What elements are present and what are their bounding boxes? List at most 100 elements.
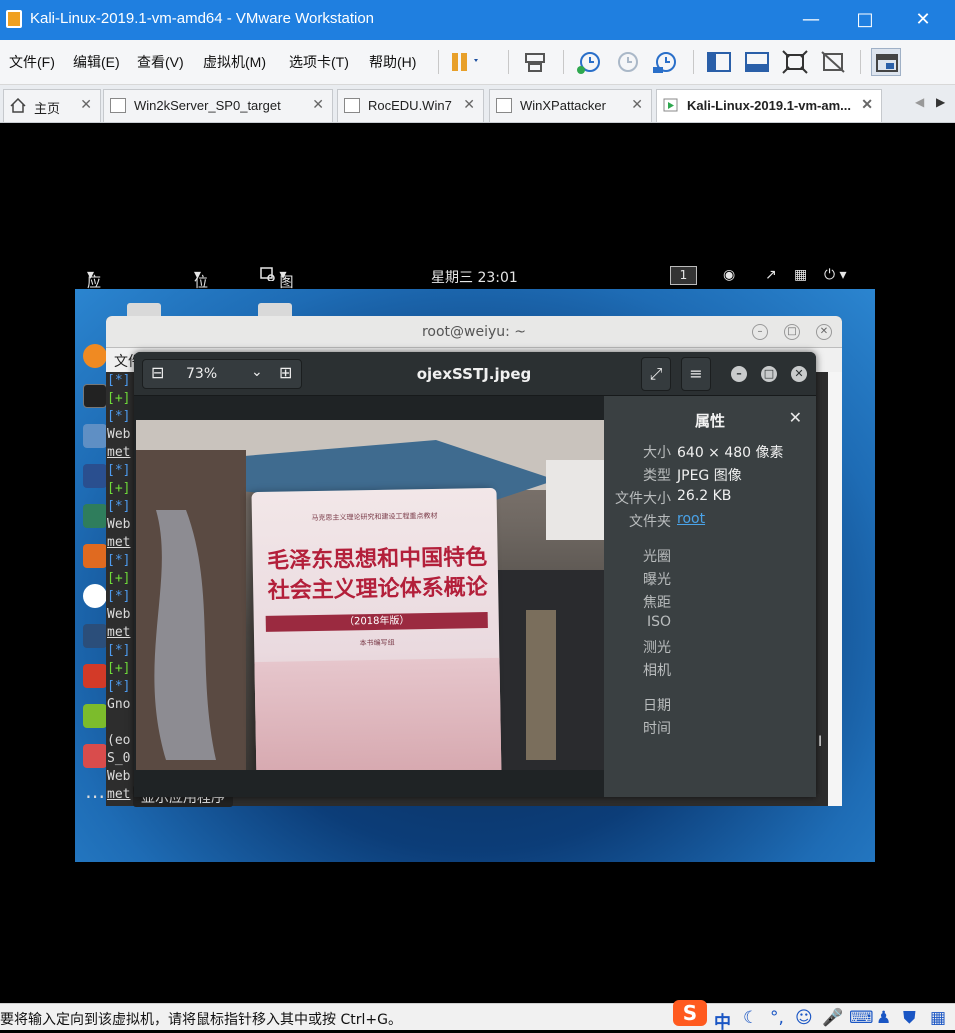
- maximize-icon[interactable]: □: [761, 366, 777, 382]
- camera-icon[interactable]: ◉: [723, 267, 735, 283]
- gnome-places-menu[interactable]: 位置 ▾: [194, 267, 208, 311]
- terminal-line: [*]: [107, 553, 131, 568]
- fullscreen-icon[interactable]: ⤢: [641, 357, 671, 391]
- hamburger-menu-icon[interactable]: ≡: [681, 357, 711, 391]
- terminal-line: met: [107, 787, 131, 802]
- sogou-ime-icon[interactable]: S: [673, 1000, 707, 1026]
- close-icon[interactable]: ✕: [789, 408, 802, 427]
- close-icon[interactable]: ✕: [80, 96, 92, 113]
- menu-tabs[interactable]: 选项卡(T): [289, 52, 349, 72]
- status-message: 要将输入定向到该虚拟机，请将鼠标指针移入其中或按 Ctrl+G。: [0, 1012, 402, 1028]
- send-ctrl-alt-del-icon[interactable]: [520, 48, 550, 76]
- image-viewer-icon[interactable]: [83, 744, 107, 768]
- terminal-output[interactable]: [*] [+] [*] Web met [*] [+] [*] Web met [*] [+] [*] W…: [107, 372, 130, 804]
- book-title-line2: 社会主义理论体系概论: [267, 575, 488, 604]
- tab-scroll-right-icon[interactable]: ▶: [936, 95, 945, 109]
- firefox-icon[interactable]: [83, 344, 107, 368]
- gnome-applications-menu[interactable]: 应用程序 ▾: [87, 267, 101, 351]
- close-icon[interactable]: ✕: [312, 96, 324, 113]
- close-button[interactable]: ✕: [908, 6, 938, 34]
- armitage-icon[interactable]: [83, 504, 107, 528]
- moon-icon[interactable]: ☾: [743, 1008, 763, 1028]
- menu-view[interactable]: 查看(V): [137, 52, 184, 72]
- menu-edit[interactable]: 编辑(E): [73, 52, 120, 72]
- zoom-in-icon[interactable]: ⊞: [279, 363, 292, 382]
- zoom-out-icon[interactable]: ⊟: [151, 363, 164, 382]
- close-icon[interactable]: ✕: [631, 96, 643, 113]
- minimize-button[interactable]: —: [796, 6, 826, 34]
- emoji-icon[interactable]: ☺: [795, 1008, 815, 1028]
- toolbox-icon[interactable]: ▦: [930, 1008, 950, 1028]
- exif-label: 测光: [643, 640, 671, 656]
- property-value: JPEG 图像: [677, 468, 742, 484]
- property-value: 26.2 KB: [677, 488, 732, 504]
- maltego-icon[interactable]: [83, 584, 107, 608]
- close-icon[interactable]: ✕: [816, 324, 832, 340]
- terminal-titlebar[interactable]: root@weiyu: ~ – □ ✕: [106, 316, 842, 348]
- show-applications-icon[interactable]: ⋯: [83, 784, 107, 808]
- burpsuite-icon[interactable]: [83, 544, 107, 568]
- volume-icon[interactable]: ▦: [794, 267, 807, 283]
- tab-scroll-left-icon[interactable]: ◀: [915, 95, 924, 109]
- gnome-app-menu[interactable]: 图像查看器 ▾: [260, 267, 293, 371]
- toolbar-separator: [563, 50, 564, 74]
- snapshot-manager-icon[interactable]: [650, 48, 680, 76]
- vmware-app-icon: [6, 10, 22, 28]
- pause-icon[interactable]: [448, 48, 478, 76]
- terminal-line: (eo: [107, 733, 131, 748]
- metasploit-icon[interactable]: [83, 464, 107, 488]
- library-view-icon[interactable]: [704, 48, 734, 76]
- close-icon[interactable]: ✕: [463, 96, 475, 113]
- faraday-icon[interactable]: [83, 664, 107, 688]
- fullscreen-icon[interactable]: [780, 48, 810, 76]
- keyboard-icon[interactable]: ⌨: [849, 1008, 874, 1028]
- terminal-line: [*]: [107, 499, 131, 514]
- maximize-button[interactable]: □: [850, 6, 880, 34]
- viewer-headerbar[interactable]: ⊟ 73% ⌄ ⊞ ojexSSTJ.jpeg ⤢ ≡ – □ ✕: [134, 352, 816, 396]
- tab-winxpattacker[interactable]: WinXPattacker ✕: [489, 89, 652, 122]
- displayed-image[interactable]: 马克思主义理论研究和建设工程重点教材 毛泽东思想和中国特色 社会主义理论体系概论…: [136, 420, 604, 770]
- image-viewer-window[interactable]: ⊟ 73% ⌄ ⊞ ojexSSTJ.jpeg ⤢ ≡ – □ ✕ 马克思主义理…: [134, 352, 816, 797]
- skin-icon[interactable]: ⛊: [903, 1008, 923, 1028]
- snapshot-icon[interactable]: [574, 48, 604, 76]
- ime-mode-icon[interactable]: 中: [714, 1008, 734, 1033]
- property-value: 640 × 480 像素: [677, 445, 784, 461]
- leafpad-icon[interactable]: [83, 704, 107, 728]
- microphone-icon[interactable]: 🎤: [822, 1008, 843, 1028]
- property-key: 文件夹: [629, 514, 671, 530]
- terminal-scrollbar[interactable]: [828, 372, 842, 806]
- tab-rocedu-win7[interactable]: RocEDU.Win7 ✕: [337, 89, 484, 122]
- user-settings-icon[interactable]: ♟: [876, 1008, 896, 1028]
- files-icon[interactable]: [83, 424, 107, 448]
- workspace-indicator[interactable]: 1: [670, 266, 697, 285]
- terminal-line: [*]: [107, 643, 131, 658]
- close-icon[interactable]: ✕: [791, 366, 807, 382]
- tab-kali-linux[interactable]: Kali-Linux-2019.1-vm-am... ✕: [656, 89, 882, 122]
- minimize-icon[interactable]: –: [731, 366, 747, 382]
- zoom-level[interactable]: 73%: [186, 366, 217, 382]
- beef-icon[interactable]: [83, 624, 107, 648]
- revert-snapshot-icon[interactable]: [612, 48, 642, 76]
- network-icon[interactable]: ↗: [765, 267, 777, 283]
- terminal-line: Web: [107, 427, 131, 442]
- minimize-icon[interactable]: –: [752, 324, 768, 340]
- tab-home[interactable]: 主页 ✕: [3, 89, 101, 122]
- unity-icon[interactable]: [818, 48, 848, 76]
- book-cover: 马克思主义理论研究和建设工程重点教材 毛泽东思想和中国特色 社会主义理论体系概论…: [251, 487, 502, 770]
- menu-help[interactable]: 帮助(H): [369, 52, 416, 72]
- menu-vm[interactable]: 虚拟机(M): [203, 52, 266, 72]
- terminal-icon[interactable]: [83, 384, 107, 408]
- tab-label: RocEDU.Win7: [368, 98, 452, 113]
- punctuation-icon[interactable]: °,: [770, 1008, 790, 1028]
- close-icon[interactable]: ✕: [861, 96, 873, 113]
- console-view-icon[interactable]: [742, 48, 772, 76]
- maximize-icon[interactable]: □: [784, 324, 800, 340]
- power-icon[interactable]: ⏻ ▾: [824, 267, 847, 283]
- viewer-filename: ojexSSTJ.jpeg: [416, 365, 532, 383]
- clock[interactable]: 星期三 23:01: [431, 267, 518, 287]
- tab-win2kserver[interactable]: Win2kServer_SP0_target ✕: [103, 89, 333, 122]
- view-options-icon[interactable]: [871, 48, 901, 76]
- menu-file[interactable]: 文件(F): [9, 52, 55, 72]
- chevron-down-icon[interactable]: ⌄: [251, 364, 263, 380]
- folder-link[interactable]: root: [677, 511, 705, 527]
